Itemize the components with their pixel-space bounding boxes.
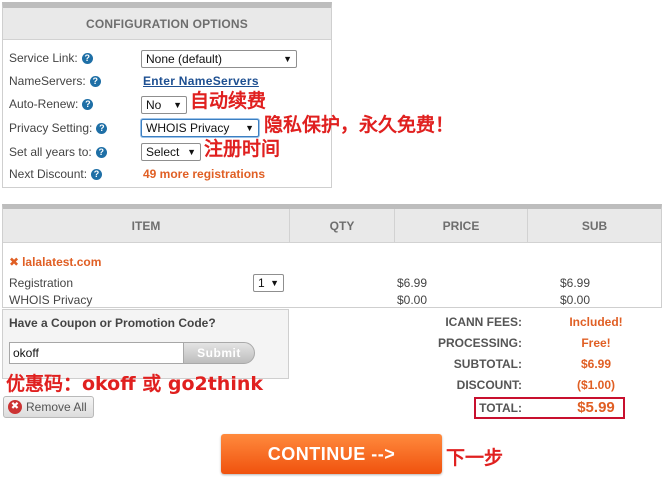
help-icon[interactable]: ? bbox=[82, 99, 94, 110]
auto-renew-label: Auto-Renew:? bbox=[9, 97, 94, 111]
item-whois-name: WHOIS Privacy bbox=[9, 293, 93, 307]
cart-items-table: ITEM QTY PRICE SUB ✖ lalalatest.com Regis… bbox=[2, 204, 662, 308]
help-icon[interactable]: ? bbox=[91, 169, 103, 180]
annotation-auto-renew: 自动续费 bbox=[190, 90, 267, 112]
help-icon[interactable]: ? bbox=[95, 147, 107, 158]
item-registration-price: $6.99 bbox=[397, 276, 428, 290]
set-all-years-select[interactable]: Select ▼ bbox=[141, 143, 201, 161]
total-value: $5.99 bbox=[577, 399, 615, 416]
icann-fees-label: ICANN FEES: bbox=[445, 315, 522, 329]
next-discount-value: 49 more registrations bbox=[143, 167, 266, 181]
item-registration-sub: $6.99 bbox=[560, 276, 591, 290]
annotation-continue: 下一步 bbox=[446, 447, 504, 469]
discount-label: DISCOUNT: bbox=[456, 378, 522, 392]
coupon-title: Have a Coupon or Promotion Code? bbox=[9, 316, 216, 330]
coupon-submit-button[interactable]: Submit bbox=[183, 342, 255, 364]
registration-qty-select[interactable]: 1 ▼ bbox=[253, 274, 284, 292]
dropdown-arrow-icon: ▼ bbox=[173, 100, 182, 110]
column-header-item: ITEM bbox=[3, 209, 290, 243]
service-link-select[interactable]: None (default) ▼ bbox=[141, 50, 297, 68]
dropdown-arrow-icon: ▼ bbox=[187, 147, 196, 157]
service-link-label: Service Link:? bbox=[9, 51, 93, 65]
column-header-price: PRICE bbox=[395, 209, 528, 243]
subtotal-value: $6.99 bbox=[580, 357, 612, 371]
nameservers-label: NameServers:? bbox=[9, 74, 101, 88]
annotation-privacy: 隐私保护，永久免费！ bbox=[264, 114, 455, 136]
dropdown-arrow-icon: ▼ bbox=[283, 54, 292, 64]
subtotal-label: SUBTOTAL: bbox=[453, 357, 522, 371]
processing-label: PROCESSING: bbox=[437, 336, 522, 350]
dropdown-arrow-icon: ▼ bbox=[270, 278, 279, 288]
column-header-qty: QTY bbox=[290, 209, 395, 243]
configuration-options-title: CONFIGURATION OPTIONS bbox=[3, 8, 331, 40]
item-whois-sub: $0.00 bbox=[560, 293, 591, 307]
privacy-setting-label: Privacy Setting:? bbox=[9, 121, 108, 135]
column-header-sub: SUB bbox=[528, 209, 661, 243]
auto-renew-select[interactable]: No ▼ bbox=[141, 96, 187, 114]
configuration-options-panel: CONFIGURATION OPTIONS Service Link:? Non… bbox=[2, 2, 332, 188]
total-label: TOTAL: bbox=[479, 401, 522, 415]
help-icon[interactable]: ? bbox=[96, 123, 108, 134]
continue-button[interactable]: CONTINUE --> bbox=[221, 434, 442, 474]
remove-icon: ✖ bbox=[8, 400, 22, 414]
cart-domain: ✖ lalalatest.com bbox=[9, 255, 101, 269]
help-icon[interactable]: ? bbox=[89, 76, 101, 87]
discount-value: ($1.00) bbox=[576, 378, 616, 392]
set-all-years-label: Set all years to:? bbox=[9, 145, 107, 159]
coupon-code-input[interactable]: okoff bbox=[9, 342, 185, 364]
domain-name: lalalatest.com bbox=[22, 255, 102, 269]
annotation-coupon: 优惠码：okoff 或 go2think bbox=[6, 373, 264, 395]
item-registration-name: Registration bbox=[9, 276, 74, 290]
icann-fees-value: Included! bbox=[569, 315, 623, 329]
item-whois-price: $0.00 bbox=[397, 293, 428, 307]
remove-all-button[interactable]: ✖ Remove All bbox=[3, 396, 94, 418]
annotation-years: 注册时间 bbox=[204, 138, 281, 160]
remove-icon[interactable]: ✖ bbox=[9, 255, 19, 269]
processing-value: Free! bbox=[581, 336, 611, 350]
next-discount-label: Next Discount:? bbox=[9, 167, 103, 181]
help-icon[interactable]: ? bbox=[81, 53, 93, 64]
